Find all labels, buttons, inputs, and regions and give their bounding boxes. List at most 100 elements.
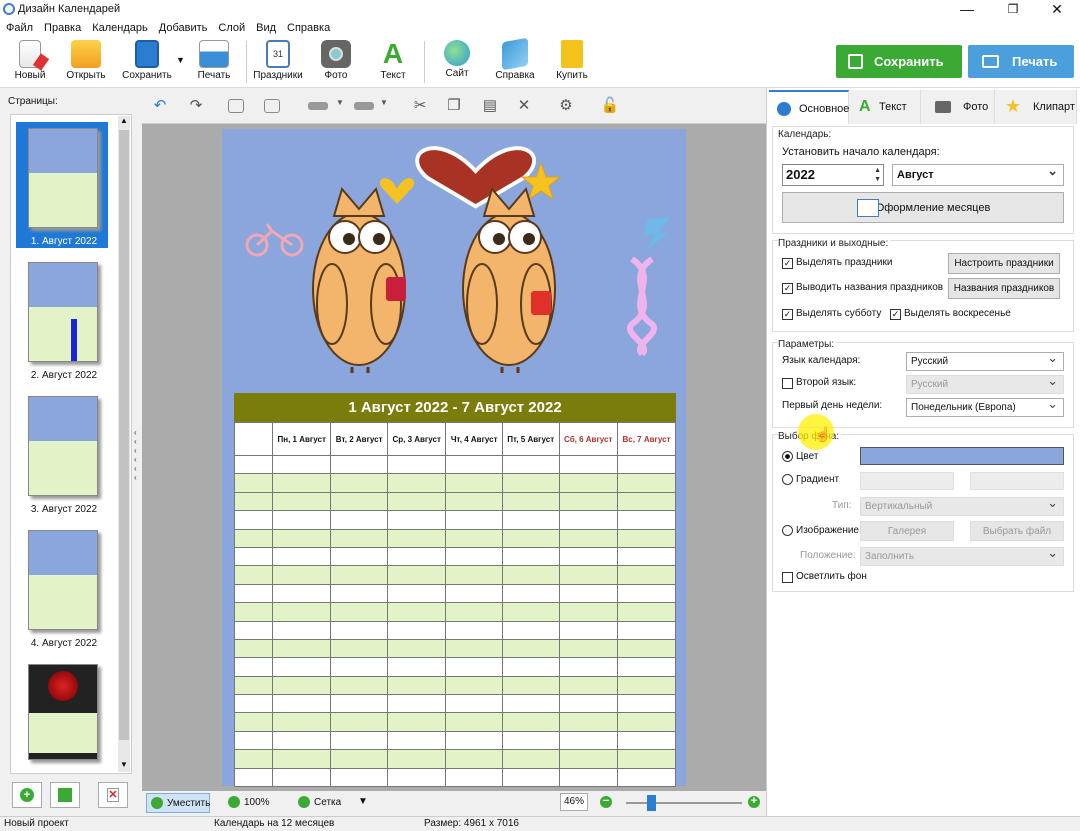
day-header: Пн, 1 Август xyxy=(271,422,332,456)
send-back-icon[interactable] xyxy=(264,99,280,113)
holiday-names-button[interactable]: Названия праздников xyxy=(948,278,1060,299)
show-names-checkbox[interactable]: ✓ xyxy=(782,283,793,294)
table-row xyxy=(234,565,677,585)
delete-page-button[interactable]: ✕ xyxy=(98,782,128,808)
site-button[interactable]: Сайт xyxy=(440,40,474,84)
mark-holidays-checkbox[interactable]: ✓ xyxy=(782,258,793,269)
photo-button[interactable]: Фото xyxy=(318,40,354,84)
zoom-in-icon[interactable]: + xyxy=(748,796,760,808)
undo-icon[interactable]: ↶ xyxy=(150,96,170,116)
page-thumbnail-2[interactable] xyxy=(28,262,98,362)
save-button[interactable]: Сохранить xyxy=(118,40,176,84)
print-big-button[interactable]: Печать xyxy=(968,45,1074,78)
configure-holidays-button[interactable]: Настроить праздники xyxy=(948,253,1060,274)
fit-button[interactable]: Уместить xyxy=(146,793,210,813)
page-thumbnail-1[interactable] xyxy=(28,128,98,228)
menu-help[interactable]: Справка xyxy=(287,22,330,34)
shopping-bag-icon xyxy=(561,40,583,68)
title-bar: Дизайн Календарей — ❐ ✕ xyxy=(0,0,1080,20)
scrollbar-thumb[interactable] xyxy=(119,130,129,740)
redo-icon[interactable]: ↷ xyxy=(186,96,206,116)
menu-view[interactable]: Вид xyxy=(256,22,276,34)
open-button[interactable]: Открыть xyxy=(62,40,110,84)
maximize-icon[interactable]: ❐ xyxy=(990,0,1036,20)
help-button[interactable]: Справка xyxy=(492,37,538,84)
grid-dropdown-icon[interactable]: ▼ xyxy=(358,796,368,807)
image-radio[interactable] xyxy=(782,525,793,536)
tab-clipart[interactable]: ★ Клипарт xyxy=(995,90,1077,124)
paste-icon[interactable]: ▤ xyxy=(480,96,500,116)
gradient-radio[interactable] xyxy=(782,474,793,485)
copy-icon[interactable]: ❐ xyxy=(444,96,464,116)
calendar-icon xyxy=(857,199,879,217)
menu-edit[interactable]: Правка xyxy=(44,22,81,34)
distribute-icon[interactable] xyxy=(354,102,374,110)
zoom-value-field[interactable]: 46% xyxy=(560,793,588,811)
menu-calendar[interactable]: Календарь xyxy=(92,22,148,34)
page-thumbnail-4[interactable] xyxy=(28,530,98,630)
month-select[interactable]: Август xyxy=(892,161,1064,186)
year-spinner[interactable]: 2022 ▲ ▼ xyxy=(782,164,884,186)
save-dropdown-icon[interactable]: ▼ xyxy=(176,55,185,65)
second-language-checkbox[interactable] xyxy=(782,378,793,389)
duplicate-page-button[interactable] xyxy=(50,782,80,808)
table-row xyxy=(234,694,677,714)
minimize-icon[interactable]: — xyxy=(944,0,990,20)
spinner-arrows-icon[interactable]: ▲ ▼ xyxy=(874,166,881,184)
zoom-bar: Уместить 100% Сетка ▼ 46% − + xyxy=(142,791,766,816)
scroll-down-icon[interactable]: ▼ xyxy=(118,760,130,772)
menu-layer[interactable]: Слой xyxy=(218,22,245,34)
buy-button[interactable]: Купить xyxy=(552,40,592,84)
collapse-handle-icon[interactable]: ‹ ‹ ‹ ‹ ‹ ‹ xyxy=(134,428,140,482)
pages-panel: Страницы: ▲ ▼ 1. Август 2022 2. Август 2… xyxy=(0,88,142,816)
distribute-dropdown-icon[interactable]: ▼ xyxy=(380,98,388,107)
owls-artwork[interactable] xyxy=(222,129,686,391)
align-icon[interactable] xyxy=(308,102,328,110)
table-row xyxy=(234,454,677,475)
holidays-button[interactable]: 31 Праздники xyxy=(252,40,304,84)
save-big-button[interactable]: Сохранить xyxy=(836,45,962,78)
tab-photo[interactable]: Фото xyxy=(921,90,995,124)
add-page-button[interactable]: + xyxy=(12,782,42,808)
main-tab-icon xyxy=(777,102,791,116)
text-button[interactable]: A Текст xyxy=(376,40,410,84)
zoom-out-icon[interactable]: − xyxy=(600,796,612,808)
menu-file[interactable]: Файл xyxy=(6,22,33,34)
delete-icon[interactable]: ✕ xyxy=(514,96,534,116)
grid-button[interactable]: Сетка xyxy=(298,793,348,813)
align-dropdown-icon[interactable]: ▼ xyxy=(336,98,344,107)
zoom-slider-thumb[interactable] xyxy=(647,795,656,811)
page-label-3: 3. Август 2022 xyxy=(30,504,98,515)
lighten-checkbox[interactable] xyxy=(782,572,793,583)
fit-icon xyxy=(151,797,163,809)
zoom-slider-track[interactable] xyxy=(626,802,742,804)
color-swatch[interactable] xyxy=(860,447,1064,465)
close-icon[interactable]: ✕ xyxy=(1034,0,1080,20)
months-design-button[interactable]: Оформление месяцев xyxy=(782,192,1064,223)
cut-icon[interactable]: ✂ xyxy=(410,96,430,116)
lock-icon[interactable]: 🔓 xyxy=(600,96,620,116)
calendar-grid[interactable]: Пн, 1 Август Вт, 2 Август Ср, 3 Август Ч… xyxy=(234,422,677,788)
bring-front-icon[interactable] xyxy=(228,99,244,113)
properties-icon[interactable]: ⚙ xyxy=(556,96,576,116)
day-header: Вт, 2 Август xyxy=(330,422,388,456)
language-select[interactable]: Русский xyxy=(906,349,1064,371)
scroll-up-icon[interactable]: ▲ xyxy=(118,116,130,128)
mark-sunday-checkbox[interactable]: ✓ xyxy=(890,309,901,320)
mark-saturday-checkbox[interactable]: ✓ xyxy=(782,309,793,320)
new-button[interactable]: Новый xyxy=(10,40,50,84)
zoom-100-button[interactable]: 100% xyxy=(228,793,274,813)
color-radio[interactable] xyxy=(782,451,793,462)
page-thumbnail-3[interactable] xyxy=(28,396,98,496)
tab-main[interactable]: Основное xyxy=(769,90,849,124)
pages-scrollbar[interactable]: ▲ ▼ xyxy=(118,116,130,772)
tab-text[interactable]: A Текст xyxy=(849,90,921,124)
menu-add[interactable]: Добавить xyxy=(159,22,208,34)
camera-icon xyxy=(321,40,351,68)
holidays-group-label: Праздники и выходные: xyxy=(778,238,891,249)
toolbar-separator xyxy=(246,41,247,83)
page-thumbnail-5[interactable] xyxy=(28,664,98,760)
print-button[interactable]: Печать xyxy=(194,40,234,84)
zoom-icon xyxy=(228,796,240,808)
first-day-select[interactable]: Понедельник (Европа) xyxy=(906,395,1064,417)
